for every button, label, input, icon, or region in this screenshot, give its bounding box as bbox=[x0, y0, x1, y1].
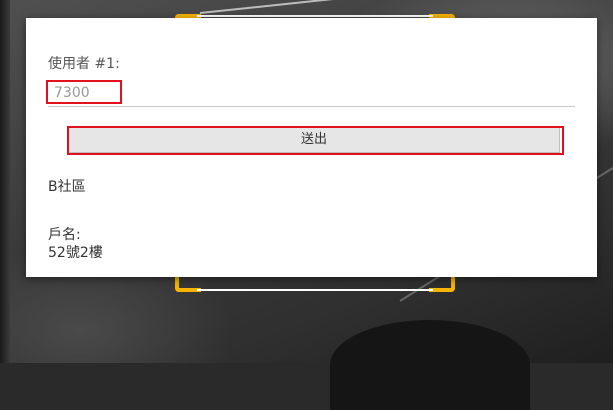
household-label: 戶名: bbox=[48, 227, 81, 243]
scan-line-bottom bbox=[197, 289, 433, 291]
user-input[interactable] bbox=[48, 80, 575, 107]
camera-edge bbox=[0, 0, 10, 363]
submit-button[interactable]: 送出 bbox=[68, 127, 560, 153]
user-dialog: 使用者 #1: 送出 B社區 戶名: 52號2樓 bbox=[26, 18, 597, 277]
household-value: 52號2樓 bbox=[48, 245, 103, 261]
community-name: B社區 bbox=[48, 179, 86, 195]
scan-line-top bbox=[197, 15, 433, 17]
user-label: 使用者 #1: bbox=[48, 56, 120, 72]
background-head-shadow bbox=[330, 320, 530, 410]
